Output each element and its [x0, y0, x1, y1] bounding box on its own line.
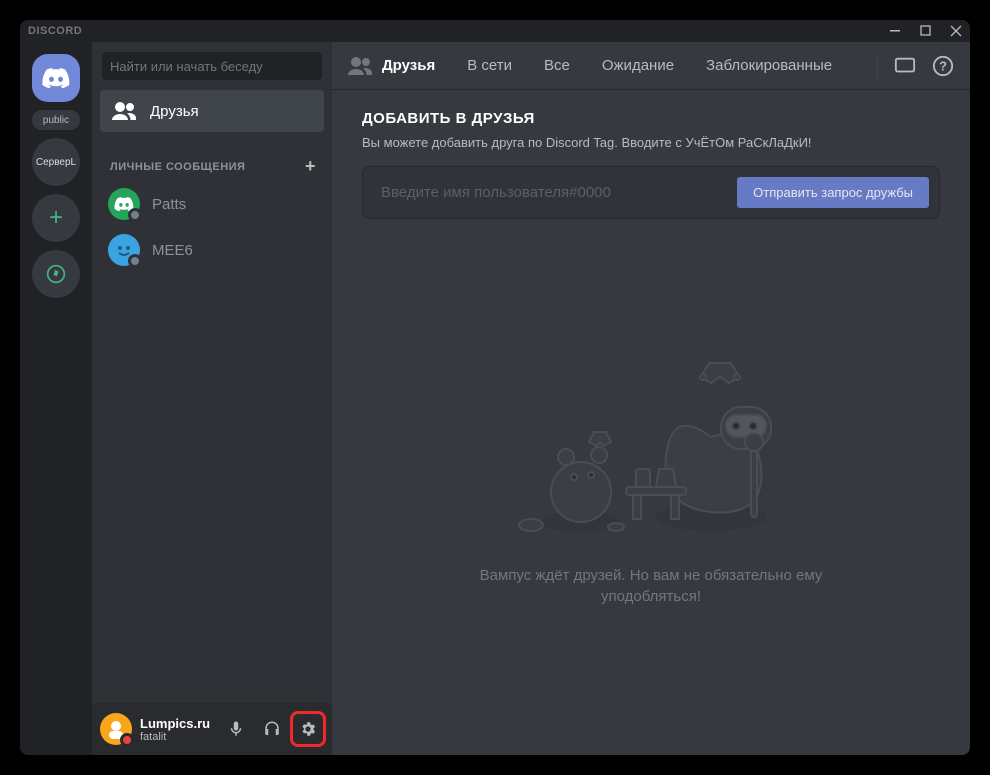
topbar: Друзья В сети Все Ожидание Заблокированн…: [332, 42, 970, 90]
create-dm-button[interactable]: +: [305, 156, 316, 177]
user-name: Lumpics.ru: [140, 716, 212, 731]
headphones-icon: [263, 720, 281, 738]
add-friend-input[interactable]: [373, 180, 737, 205]
window-close-button[interactable]: [950, 25, 962, 37]
explore-servers-button[interactable]: [32, 250, 80, 298]
avatar: [108, 188, 140, 220]
find-conversation-button[interactable]: Найти или начать беседу: [102, 52, 322, 80]
user-tag: fatalit: [140, 731, 212, 743]
main-content: Друзья В сети Все Ожидание Заблокированн…: [332, 42, 970, 755]
compass-icon: [46, 264, 66, 284]
friends-nav-button[interactable]: Друзья: [100, 90, 324, 132]
dm-item-patts[interactable]: Patts: [100, 182, 324, 226]
status-dnd-icon: [120, 733, 134, 747]
empty-state-text: Вампус ждёт друзей. Но вам не обязательн…: [441, 565, 861, 607]
tab-pending[interactable]: Ожидание: [594, 55, 682, 76]
help-button[interactable]: ?: [932, 55, 954, 77]
add-friend-subtitle: Вы можете добавить друга по Discord Tag.…: [362, 135, 940, 150]
titlebar-title: DISCORD: [28, 25, 82, 37]
friends-nav-label: Друзья: [150, 103, 199, 120]
tab-all[interactable]: Все: [536, 55, 578, 76]
friends-icon: [348, 57, 372, 75]
user-settings-button[interactable]: [292, 713, 324, 745]
chat-plus-icon: [894, 55, 916, 77]
empty-state: Вампус ждёт друзей. Но вам не обязательн…: [362, 219, 940, 735]
window-maximize-button[interactable]: [920, 25, 932, 37]
discord-logo-icon: [42, 68, 70, 88]
divider: [877, 54, 878, 78]
wumpus-illustration: [471, 347, 831, 547]
app-window: DISCORD public СерверL + Найти или начат…: [20, 20, 970, 755]
tab-blocked[interactable]: Заблокированные: [698, 55, 840, 76]
titlebar: DISCORD: [20, 20, 970, 42]
channel-panel: Найти или начать беседу Друзья ЛИЧНЫЕ СО…: [92, 42, 332, 755]
user-info[interactable]: Lumpics.ru fatalit: [140, 716, 212, 743]
server-home-button[interactable]: [32, 54, 80, 102]
deafen-button[interactable]: [256, 713, 288, 745]
help-icon: ?: [932, 55, 954, 77]
window-minimize-button[interactable]: [890, 25, 902, 37]
status-offline-icon: [128, 254, 142, 268]
dm-item-label: MEE6: [152, 242, 193, 259]
microphone-icon: [227, 720, 245, 738]
user-avatar[interactable]: [100, 713, 132, 745]
friends-icon: [112, 102, 136, 120]
server-rail: public СерверL +: [20, 42, 92, 755]
topbar-title: Друзья: [348, 57, 435, 75]
gear-icon: [299, 720, 317, 738]
user-panel: Lumpics.ru fatalit: [92, 703, 332, 755]
new-group-dm-button[interactable]: [894, 55, 916, 77]
server-public-badge[interactable]: public: [32, 110, 80, 130]
add-server-button[interactable]: +: [32, 194, 80, 242]
status-offline-icon: [128, 208, 142, 222]
svg-text:?: ?: [939, 58, 947, 73]
avatar: [108, 234, 140, 266]
mute-mic-button[interactable]: [220, 713, 252, 745]
dm-item-mee6[interactable]: MEE6: [100, 228, 324, 272]
dm-header: ЛИЧНЫЕ СООБЩЕНИЯ +: [92, 140, 332, 181]
dm-item-label: Patts: [152, 196, 186, 213]
add-friend-input-row: Отправить запрос дружбы: [362, 166, 940, 219]
tab-online[interactable]: В сети: [459, 55, 520, 76]
send-friend-request-button[interactable]: Отправить запрос дружбы: [737, 177, 929, 208]
server-item-1[interactable]: СерверL: [32, 138, 80, 186]
add-friend-title: ДОБАВИТЬ В ДРУЗЬЯ: [362, 110, 940, 127]
